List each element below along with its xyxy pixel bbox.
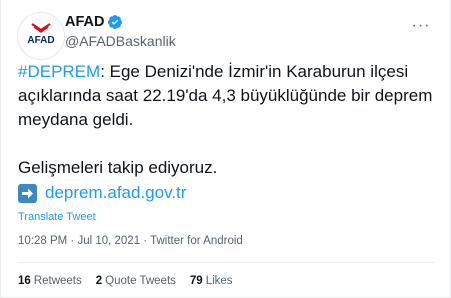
link-row[interactable]: deprem.afad.gov.tr <box>18 183 186 203</box>
author-names: AFAD @AFADBaskanlik <box>65 12 176 49</box>
translate-tweet-link[interactable]: Translate Tweet <box>18 211 96 223</box>
quotes-label: Quote Tweets <box>105 275 176 287</box>
quotes-stat[interactable]: 2 Quote Tweets <box>96 275 176 287</box>
external-link[interactable]: deprem.afad.gov.tr <box>45 183 186 203</box>
verified-badge-icon <box>108 15 123 29</box>
retweets-count: 16 <box>18 275 31 287</box>
tweet-text-para1: #DEPREM: Ege Denizi'nde İzmir'in Karabur… <box>18 60 438 132</box>
hashtag-link[interactable]: #DEPREM <box>18 62 100 81</box>
avatar-text: AFAD <box>27 35 54 46</box>
right-arrow-icon <box>18 183 37 203</box>
tweet-card[interactable]: AFAD AFAD @AFADBaskanlik ··· #DEPREM: Eg… <box>0 0 451 298</box>
afad-logo: AFAD <box>18 13 64 59</box>
tweet-timestamp[interactable]: 10:28 PM · Jul 10, 2021 · Twitter for An… <box>18 235 243 247</box>
quotes-count: 2 <box>95 275 103 287</box>
retweets-label: Retweets <box>33 275 82 287</box>
divider <box>17 262 434 263</box>
tweet-text: #DEPREM: Ege Denizi'nde İzmir'in Karabur… <box>18 60 438 180</box>
tweet-header: AFAD AFAD @AFADBaskanlik ··· <box>17 10 437 60</box>
more-options-icon[interactable]: ··· <box>411 16 431 36</box>
avatar[interactable]: AFAD <box>17 12 65 60</box>
text-line3: meydana geldi. <box>18 110 134 129</box>
handle[interactable]: @AFADBaskanlik <box>65 33 176 49</box>
display-name[interactable]: AFAD <box>65 14 104 30</box>
text-line2: açıklarında saat 22.19'da 4,3 büyüklüğün… <box>18 86 433 105</box>
retweets-stat[interactable]: 16 Retweets <box>18 275 82 287</box>
likes-label: Likes <box>205 275 233 287</box>
tweet-text-para2: Gelişmeleri takip ediyoruz. <box>18 158 218 177</box>
text-line1: : Ege Denizi'nde İzmir'in Karaburun ilçe… <box>100 62 409 81</box>
engagement-stats: 16 Retweets 2 Quote Tweets 79 Likes <box>18 275 233 287</box>
likes-stat[interactable]: 79 Likes <box>190 275 233 287</box>
likes-count: 79 <box>189 275 203 287</box>
